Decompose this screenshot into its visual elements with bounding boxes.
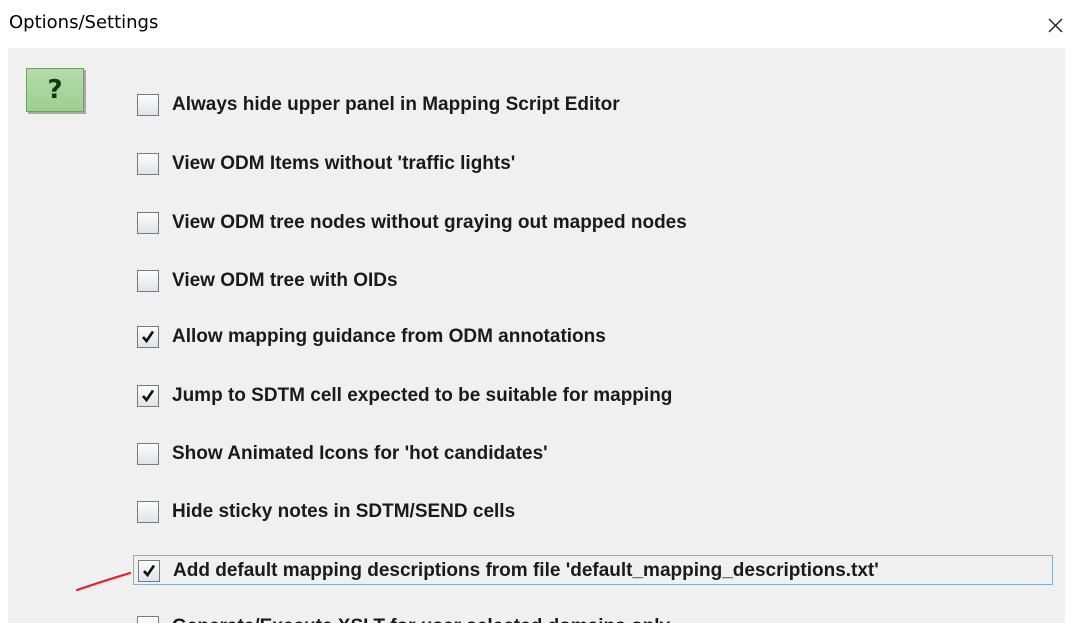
checkbox[interactable] — [137, 94, 159, 116]
option-label: Add default mapping descriptions from fi… — [173, 560, 879, 581]
option-label: Allow mapping guidance from ODM annotati… — [172, 326, 606, 347]
option-label: Show Animated Icons for 'hot candidates' — [172, 443, 548, 464]
option-label: Generate/Execute XSLT for user selected … — [172, 615, 670, 623]
option-label: View ODM tree nodes without graying out … — [172, 212, 687, 233]
option-label: View ODM Items without 'traffic lights' — [172, 153, 516, 174]
checkmark-icon — [142, 330, 155, 344]
title-bar: Options/Settings — [0, 0, 1073, 48]
checkbox[interactable] — [137, 385, 159, 407]
checkbox[interactable] — [137, 212, 159, 234]
option-label: View ODM tree with OIDs — [172, 270, 398, 291]
checkmark-icon — [143, 564, 156, 578]
option-label: Always hide upper panel in Mapping Scrip… — [172, 94, 620, 115]
help-icon: ? — [47, 75, 63, 105]
checkbox[interactable] — [137, 270, 159, 292]
window-title: Options/Settings — [9, 12, 159, 33]
checkbox[interactable] — [137, 153, 159, 175]
settings-panel: ? Always hide upper panel in Mapping Scr… — [8, 48, 1065, 623]
checkbox[interactable] — [137, 616, 159, 623]
close-icon — [1048, 18, 1063, 33]
checkbox[interactable] — [138, 560, 160, 582]
help-button[interactable]: ? — [26, 68, 84, 112]
close-button[interactable] — [1040, 10, 1070, 40]
checkbox[interactable] — [137, 443, 159, 465]
clipped-option-row: Generate/Execute XSLT for user selected … — [133, 612, 1033, 623]
option-label: Hide sticky notes in SDTM/SEND cells — [172, 501, 516, 522]
checkbox[interactable] — [137, 326, 159, 348]
checkbox[interactable] — [137, 501, 159, 523]
option-default-mapping-descriptions[interactable]: Add default mapping descriptions from fi… — [133, 555, 1053, 585]
checkmark-icon — [142, 389, 155, 403]
option-label: Jump to SDTM cell expected to be suitabl… — [172, 385, 673, 406]
